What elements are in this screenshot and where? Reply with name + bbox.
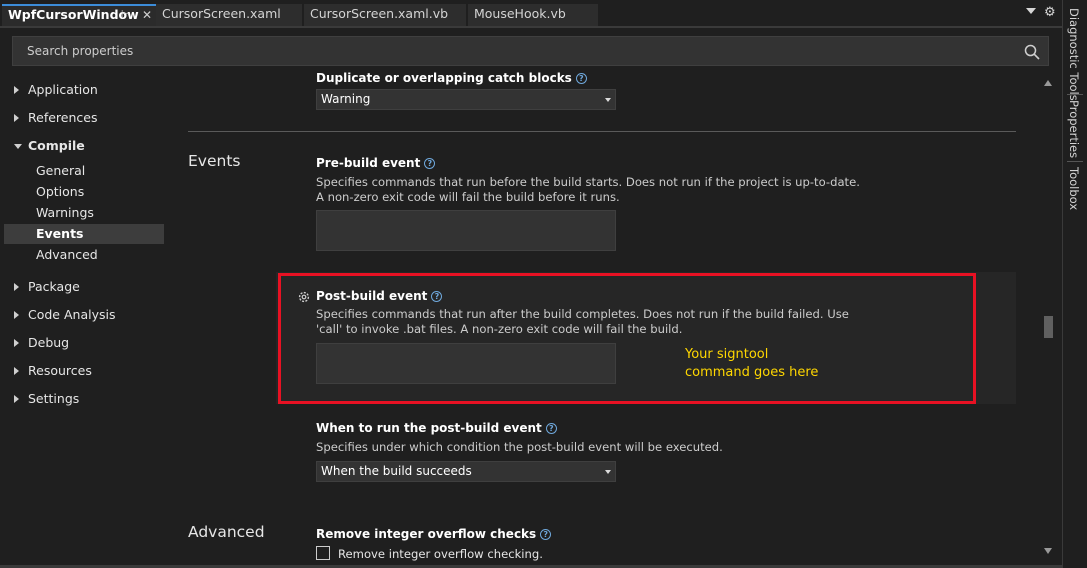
post-build-title-text: Post-build event [316, 289, 428, 303]
tab-separator [1067, 94, 1083, 95]
nav-item-compile[interactable]: Compile [4, 136, 164, 156]
help-icon[interactable]: ? [431, 291, 443, 302]
overflow-checkbox[interactable] [316, 546, 330, 560]
nav-item-advanced[interactable]: Advanced [4, 245, 164, 265]
chevron-right-icon [14, 367, 19, 375]
post-build-description: Specifies commands that run after the bu… [316, 307, 876, 337]
chevron-right-icon [14, 311, 19, 319]
nav-item-label: Settings [28, 391, 80, 406]
diagnostic-tools-tab[interactable]: Diagnostic Tools [1067, 8, 1081, 101]
chevron-right-icon [14, 114, 19, 122]
signtool-annotation: Your signtool command goes here [685, 346, 818, 382]
document-tab-strip: WpfCursorWindow ⊢ ✕ CursorScreen.xaml Cu… [0, 0, 1062, 28]
scroll-down-arrow[interactable] [1044, 548, 1052, 554]
gear-icon[interactable] [297, 290, 311, 304]
nav-item-events[interactable]: Events [4, 224, 164, 244]
dup-catch-title: Duplicate or overlapping catch blocks? [316, 71, 587, 85]
nav-item-label: Application [28, 82, 98, 97]
search-icon[interactable] [1023, 43, 1041, 61]
tab-mousehook-vb[interactable]: MouseHook.vb [468, 4, 598, 26]
toolbox-tab[interactable]: Toolbox [1067, 167, 1081, 210]
close-icon[interactable]: ✕ [142, 6, 152, 24]
help-icon[interactable]: ? [575, 73, 587, 84]
desc-line: 'call' to invoke .bat files. A non-zero … [316, 322, 683, 336]
post-build-title: Post-build event? [316, 289, 443, 303]
nav-item-label: Code Analysis [28, 307, 116, 322]
dropdown-value: When the build succeeds [321, 464, 472, 478]
annotation-line: command goes here [685, 365, 819, 380]
gear-icon[interactable]: ⚙ [1044, 5, 1056, 20]
nav-item-general[interactable]: General [4, 161, 164, 181]
help-icon[interactable]: ? [545, 423, 557, 434]
help-icon[interactable]: ? [424, 158, 436, 169]
desc-line: Specifies commands that run after the bu… [316, 307, 849, 321]
run-post-build-title-text: When to run the post-build event [316, 421, 542, 435]
advanced-section-title: Advanced [188, 523, 265, 541]
run-post-build-dropdown[interactable]: When the build succeeds [316, 461, 616, 482]
desc-line: Specifies commands that run before the b… [316, 175, 860, 189]
dup-catch-title-text: Duplicate or overlapping catch blocks [316, 71, 572, 85]
annotation-line: Your signtool [685, 347, 769, 362]
pin-icon[interactable]: ⊢ [121, 6, 130, 24]
chevron-right-icon [14, 283, 19, 291]
dropdown-value: Warning [321, 92, 371, 106]
tab-cursorscreen-xaml-vb[interactable]: CursorScreen.xaml.vb [304, 4, 466, 26]
run-post-build-title: When to run the post-build event? [316, 421, 557, 435]
help-icon[interactable]: ? [540, 529, 552, 540]
tab-wpfcursorwindow[interactable]: WpfCursorWindow ⊢ ✕ [2, 4, 156, 26]
nav-item-settings[interactable]: Settings [4, 389, 164, 409]
nav-item-options[interactable]: Options [4, 182, 164, 202]
pre-build-textbox[interactable] [316, 210, 616, 251]
tab-separator [1067, 161, 1083, 162]
pre-build-title-text: Pre-build event [316, 156, 421, 170]
overflow-checkbox-label[interactable]: Remove integer overflow checking. [338, 547, 543, 562]
nav-item-references[interactable]: References [4, 108, 164, 128]
chevron-right-icon [14, 395, 19, 403]
nav-item-label: Warnings [36, 205, 94, 220]
events-section-title: Events [188, 152, 241, 170]
side-tool-strip: Diagnostic Tools Properties Toolbox [1062, 0, 1087, 568]
tab-label: MouseHook.vb [474, 6, 566, 21]
pre-build-title: Pre-build event? [316, 156, 436, 170]
run-post-build-description: Specifies under which condition the post… [316, 440, 723, 454]
search-input[interactable] [13, 37, 1003, 65]
nav-item-package[interactable]: Package [4, 277, 164, 297]
overflow-title: Remove integer overflow checks? [316, 527, 552, 541]
nav-item-resources[interactable]: Resources [4, 361, 164, 381]
chevron-down-icon [605, 98, 611, 102]
scroll-up-arrow[interactable] [1044, 80, 1052, 86]
section-divider [188, 131, 1016, 132]
post-build-textbox[interactable] [316, 343, 616, 384]
tab-label: CursorScreen.xaml [162, 6, 281, 21]
tab-label: WpfCursorWindow [8, 7, 139, 22]
nav-item-label: Advanced [36, 247, 98, 262]
chevron-right-icon [14, 339, 19, 347]
tab-cursorscreen-xaml[interactable]: CursorScreen.xaml [156, 4, 302, 26]
pre-build-description: Specifies commands that run before the b… [316, 175, 876, 205]
properties-tab[interactable]: Properties [1067, 100, 1081, 158]
nav-item-label: Events [36, 226, 84, 241]
chevron-down-icon [14, 144, 22, 149]
search-box [12, 36, 1049, 66]
nav-item-label: References [28, 110, 98, 125]
desc-line: A non-zero exit code will fail the build… [316, 190, 620, 204]
nav-item-label: Compile [28, 138, 85, 153]
nav-item-label: Debug [28, 335, 70, 350]
nav-item-code-analysis[interactable]: Code Analysis [4, 305, 164, 325]
chevron-down-icon[interactable] [1026, 8, 1036, 14]
dup-catch-dropdown[interactable]: Warning [316, 89, 616, 110]
chevron-right-icon [14, 86, 19, 94]
nav-item-application[interactable]: Application [4, 80, 164, 100]
nav-item-debug[interactable]: Debug [4, 333, 164, 353]
nav-item-label: Resources [28, 363, 92, 378]
overflow-title-text: Remove integer overflow checks [316, 527, 537, 541]
scrollbar-thumb[interactable] [1044, 316, 1053, 338]
chevron-down-icon [605, 470, 611, 474]
tab-label: CursorScreen.xaml.vb [310, 6, 449, 21]
nav-item-label: Options [36, 184, 85, 199]
properties-content: Duplicate or overlapping catch blocks? W… [170, 70, 1040, 568]
nav-item-label: General [36, 163, 86, 178]
nav-item-warnings[interactable]: Warnings [4, 203, 164, 223]
nav-item-label: Package [28, 279, 80, 294]
